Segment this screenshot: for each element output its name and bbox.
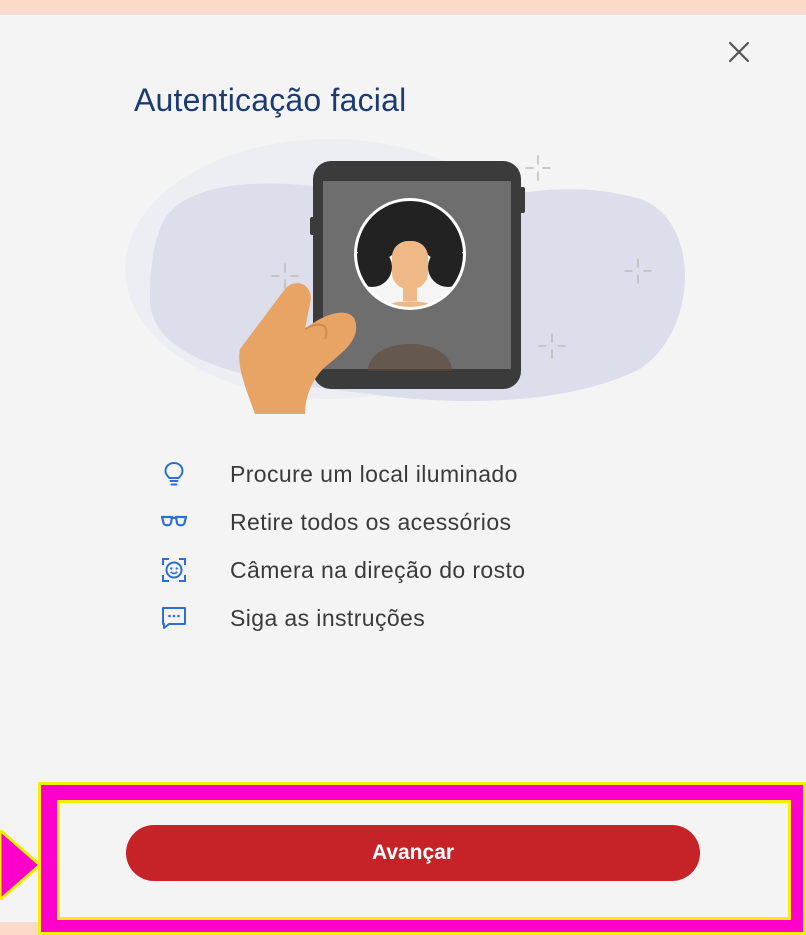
chat-message-icon: [160, 604, 188, 632]
face-auth-illustration: [120, 139, 700, 419]
list-item: Retire todos os acessórios: [160, 498, 526, 546]
face-scan-icon: [160, 556, 188, 584]
list-item: Siga as instruções: [160, 594, 526, 642]
footer-area: Avançar: [57, 800, 791, 920]
tips-list: Procure um local iluminado Retire todos …: [160, 450, 526, 642]
lightbulb-icon: [160, 460, 188, 488]
list-item: Câmera na direção do rosto: [160, 546, 526, 594]
advance-button[interactable]: Avançar: [126, 825, 700, 881]
page-title: Autenticação facial: [134, 82, 407, 118]
list-item: Procure um local iluminado: [160, 450, 526, 498]
tip-text: Procure um local iluminado: [230, 460, 518, 487]
highlight-arrow: [0, 830, 40, 900]
tip-text: Câmera na direção do rosto: [230, 556, 526, 583]
tip-text: Retire todos os acessórios: [230, 508, 512, 535]
close-icon: [728, 41, 750, 63]
tip-text: Siga as instruções: [230, 604, 426, 631]
glasses-icon: [160, 508, 188, 536]
highlight-frame: Avançar: [38, 782, 806, 935]
close-button[interactable]: [722, 35, 758, 71]
